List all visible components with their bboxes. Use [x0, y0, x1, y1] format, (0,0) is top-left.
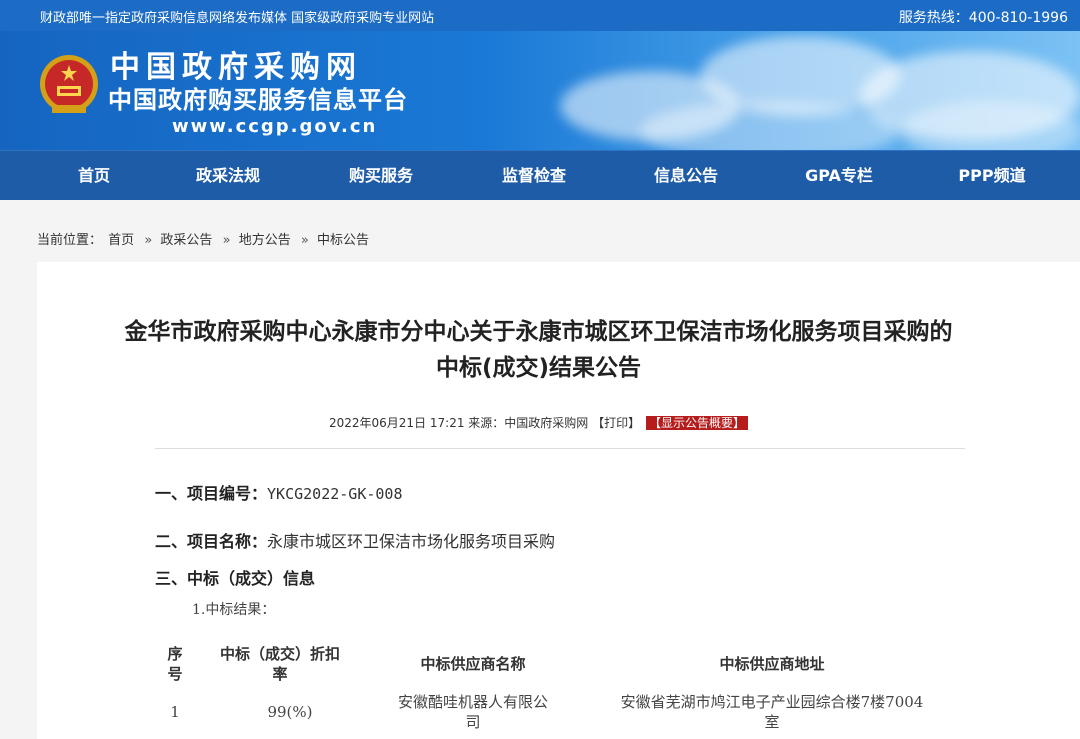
site-logo-name[interactable]: 中国政府采购网 [110, 51, 362, 85]
nav-item-gpa[interactable]: GPA专栏 [784, 151, 894, 201]
article-title-line2: 中标(成交)结果公告 [435, 355, 642, 381]
main-nav: 首页 政采法规 购买服务 监督检查 信息公告 GPA专栏 PPP频道 [0, 150, 1080, 200]
breadcrumb-procurement[interactable]: 政采公告 [160, 233, 212, 248]
divider [155, 448, 965, 449]
article-source: 来源：中国政府采购网 [468, 416, 589, 430]
show-summary-button[interactable]: 【显示公告概要】 [645, 416, 748, 430]
project-name: 二、项目名称：永康市城区环卫保洁市场化服务项目采购 [155, 528, 555, 552]
project-name-value: 永康市城区环卫保洁市场化服务项目采购 [267, 532, 556, 551]
site-slogan: 财政部唯一指定政府采购信息网络发布媒体 国家级政府采购专业网站 [40, 11, 435, 26]
project-name-label: 二、项目名称： [155, 532, 268, 551]
table-header-address: 中标供应商地址 [719, 655, 825, 673]
award-info-heading: 三、中标（成交）信息 [155, 569, 316, 588]
breadcrumb-home[interactable]: 首页 [108, 233, 134, 248]
breadcrumb-award[interactable]: 中标公告 [317, 233, 369, 248]
award-result-label: 1.中标结果： [192, 602, 276, 618]
nav-item-supervision[interactable]: 监督检查 [479, 151, 589, 201]
breadcrumb-separator: » [144, 233, 153, 248]
national-emblem-icon [40, 55, 98, 113]
site-banner: 中国政府采购网 中国政府购买服务信息平台 www.ccgp.gov.cn [0, 31, 1080, 150]
table-cell-seq: 1 [170, 703, 180, 721]
site-logo-subtitle: 中国政府购买服务信息平台 [108, 86, 408, 114]
breadcrumb-local[interactable]: 地方公告 [239, 233, 291, 248]
site-logo-url: www.ccgp.gov.cn [172, 116, 378, 137]
table-header-rate: 中标（成交）折扣 率 [219, 645, 340, 683]
print-link[interactable]: 【打印】 [592, 416, 640, 430]
breadcrumb: 当前位置： 首页 » 政采公告 » 地方公告 » 中标公告 [37, 229, 371, 248]
table-cell-address: 安徽省芜湖市鸠江电子产业园综合楼7楼7004 室 [620, 693, 924, 731]
article-panel: 金华市政府采购中心永康市分中心关于永康市城区环卫保洁市场化服务项目采购的 中标(… [37, 262, 1080, 739]
article-title: 金华市政府采购中心永康市分中心关于永康市城区环卫保洁市场化服务项目采购的 中标(… [37, 314, 1040, 386]
breadcrumb-separator: » [300, 233, 309, 248]
breadcrumb-separator: » [222, 233, 231, 248]
nav-item-ppp[interactable]: PPP频道 [937, 151, 1047, 201]
top-bar: 财政部唯一指定政府采购信息网络发布媒体 国家级政府采购专业网站 服务热线：400… [0, 0, 1080, 31]
breadcrumb-label: 当前位置： [37, 233, 103, 248]
nav-item-regulations[interactable]: 政采法规 [173, 151, 283, 201]
nav-item-home[interactable]: 首页 [39, 151, 149, 201]
publish-datetime: 2022年06月21日 17:21 [328, 416, 465, 430]
project-number-label: 一、项目编号： [155, 484, 268, 503]
nav-item-purchase-services[interactable]: 购买服务 [326, 151, 436, 201]
table-header-supplier: 中标供应商名称 [420, 655, 526, 673]
nav-item-announcements[interactable]: 信息公告 [631, 151, 741, 201]
table-cell-rate: 99(%) [267, 703, 313, 721]
article-meta: 2022年06月21日 17:21 来源：中国政府采购网 【打印】 【显示公告概… [37, 414, 1040, 431]
table-cell-supplier: 安徽酷哇机器人有限公 司 [397, 693, 548, 731]
project-number-value: YKCG2022-GK-008 [267, 485, 403, 503]
table-header-seq: 序 号 [167, 645, 183, 683]
project-number: 一、项目编号：YKCG2022-GK-008 [155, 480, 402, 504]
service-hotline: 服务热线：400-810-1996 [898, 10, 1068, 26]
article-title-line1: 金华市政府采购中心永康市分中心关于永康市城区环卫保洁市场化服务项目采购的 [124, 319, 953, 345]
